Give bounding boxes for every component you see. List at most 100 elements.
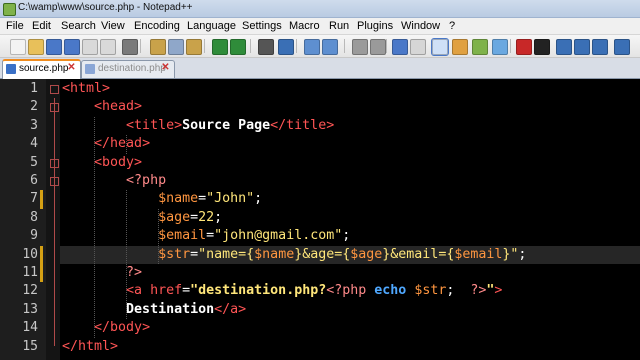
toolbar-separator bbox=[250, 39, 251, 53]
code-token: ; bbox=[342, 228, 351, 244]
code-area[interactable]: <html> <head> <title>Source Page</title>… bbox=[60, 79, 640, 360]
saved-file-icon bbox=[85, 64, 95, 74]
code-token: $str bbox=[158, 246, 191, 262]
code-line[interactable]: Destination</a> bbox=[60, 301, 640, 319]
code-line[interactable]: <body> bbox=[60, 154, 640, 172]
code-editor[interactable]: 1 2 3 4 5 6 7 8 9 10 11 12 13 14 15 <html> <head> <tit… bbox=[0, 79, 640, 360]
line-number: 1 bbox=[30, 81, 38, 96]
menu-help[interactable]: ? bbox=[449, 19, 455, 33]
sync-horizontal-icon[interactable] bbox=[370, 39, 386, 55]
find-icon[interactable] bbox=[258, 39, 274, 55]
code-line-text: </head> bbox=[62, 135, 150, 153]
code-token: "name={ bbox=[198, 246, 255, 262]
code-token: $name bbox=[158, 191, 199, 207]
line-number: 15 bbox=[22, 338, 38, 354]
open-file-icon[interactable] bbox=[28, 39, 44, 55]
print-icon[interactable] bbox=[122, 39, 138, 55]
code-token: ?> bbox=[470, 283, 487, 299]
code-line[interactable]: </html> bbox=[60, 338, 640, 356]
code-line[interactable]: <a href="destination.php?<?php echo $str… bbox=[60, 282, 640, 300]
fold-range-line bbox=[54, 98, 55, 346]
code-line[interactable]: $name="John"; bbox=[60, 190, 640, 208]
menu-language[interactable]: Language bbox=[187, 19, 236, 33]
code-line[interactable]: $age=22; bbox=[60, 209, 640, 227]
play-macro-icon[interactable] bbox=[556, 39, 572, 55]
redo-icon[interactable] bbox=[230, 39, 246, 55]
undo-icon[interactable] bbox=[212, 39, 228, 55]
save-macro-icon[interactable] bbox=[592, 39, 608, 55]
menu-file[interactable]: File bbox=[6, 19, 24, 33]
code-line[interactable]: ?> bbox=[60, 264, 640, 282]
code-line[interactable]: <title>Source Page</title> bbox=[60, 117, 640, 135]
save-icon[interactable] bbox=[46, 39, 62, 55]
line-number: 5 bbox=[30, 154, 38, 170]
code-token: href bbox=[150, 283, 183, 299]
menu-plugins[interactable]: Plugins bbox=[357, 19, 393, 33]
close-icon[interactable] bbox=[82, 39, 98, 55]
code-line[interactable]: <head> bbox=[60, 98, 640, 116]
close-all-icon[interactable] bbox=[100, 39, 116, 55]
record-macro-icon[interactable] bbox=[516, 39, 532, 55]
zoom-out-icon[interactable] bbox=[322, 39, 338, 55]
close-icon[interactable]: ✕ bbox=[66, 62, 77, 73]
tab-destination-php[interactable]: destination.php ✕ bbox=[81, 60, 175, 78]
doc-map-icon[interactable] bbox=[472, 39, 488, 55]
line-number: 6 bbox=[30, 173, 38, 188]
menu-edit[interactable]: Edit bbox=[32, 19, 51, 33]
code-token: <?php bbox=[326, 283, 375, 299]
replace-icon[interactable] bbox=[278, 39, 294, 55]
stop-record-icon[interactable] bbox=[534, 39, 550, 55]
code-line[interactable]: </body> bbox=[60, 319, 640, 337]
run-macro-multiple-icon[interactable] bbox=[574, 39, 590, 55]
code-token: = bbox=[198, 191, 207, 207]
code-line-text: <html> bbox=[62, 80, 110, 98]
cut-icon[interactable] bbox=[150, 39, 166, 55]
code-line[interactable]: $str="name={$name}&age={$age}&email={$em… bbox=[60, 245, 640, 264]
indent-guide-icon[interactable] bbox=[431, 38, 449, 56]
code-token: <html> bbox=[62, 81, 111, 96]
notepadpp-window: C:\wamp\www\source.php - Notepad++ File E… bbox=[0, 0, 640, 360]
code-line-text: </html> bbox=[62, 338, 118, 356]
toolbar bbox=[0, 35, 640, 58]
function-list-icon[interactable] bbox=[492, 39, 508, 55]
menu-encoding[interactable]: Encoding bbox=[134, 19, 180, 33]
code-token: ; bbox=[518, 246, 527, 262]
close-icon[interactable]: ✕ bbox=[160, 62, 171, 73]
code-line[interactable]: </head> bbox=[60, 135, 640, 153]
tab-label: source.php bbox=[19, 63, 69, 74]
word-wrap-icon[interactable] bbox=[392, 39, 408, 55]
line-number: 7 bbox=[30, 191, 38, 207]
menu-window[interactable]: Window bbox=[401, 19, 440, 33]
copy-icon[interactable] bbox=[168, 39, 184, 55]
code-token: <title> bbox=[126, 117, 183, 133]
new-file-icon[interactable] bbox=[10, 39, 26, 55]
fold-toggle-icon[interactable] bbox=[50, 85, 59, 94]
code-line-text: $email="john@gmail.com"; bbox=[62, 227, 350, 245]
code-line-text: <a href="destination.php?<?php echo $str… bbox=[62, 282, 502, 300]
extra-icon[interactable] bbox=[614, 39, 630, 55]
paste-icon[interactable] bbox=[186, 39, 202, 55]
code-line[interactable]: $email="john@gmail.com"; bbox=[60, 227, 640, 245]
code-token: </body> bbox=[94, 320, 151, 336]
fold-margin[interactable] bbox=[46, 79, 60, 360]
sync-vertical-icon[interactable] bbox=[352, 39, 368, 55]
zoom-in-icon[interactable] bbox=[304, 39, 320, 55]
code-line[interactable]: <?php bbox=[60, 172, 640, 190]
code-token: = bbox=[182, 283, 191, 299]
menu-run[interactable]: Run bbox=[329, 19, 349, 33]
menu-search[interactable]: Search bbox=[61, 19, 96, 33]
menu-view[interactable]: View bbox=[101, 19, 125, 33]
menu-macro[interactable]: Macro bbox=[289, 19, 320, 33]
user-lang-icon[interactable] bbox=[452, 39, 468, 55]
menu-settings[interactable]: Settings bbox=[242, 19, 282, 33]
code-line[interactable]: <html> bbox=[60, 80, 640, 98]
code-token: <head> bbox=[94, 99, 143, 115]
line-number: 10 bbox=[22, 246, 38, 262]
tab-source-php[interactable]: source.php ✕ bbox=[2, 59, 81, 79]
save-all-icon[interactable] bbox=[64, 39, 80, 55]
tab-label: destination.php bbox=[98, 63, 166, 74]
show-all-chars-icon[interactable] bbox=[410, 39, 426, 55]
